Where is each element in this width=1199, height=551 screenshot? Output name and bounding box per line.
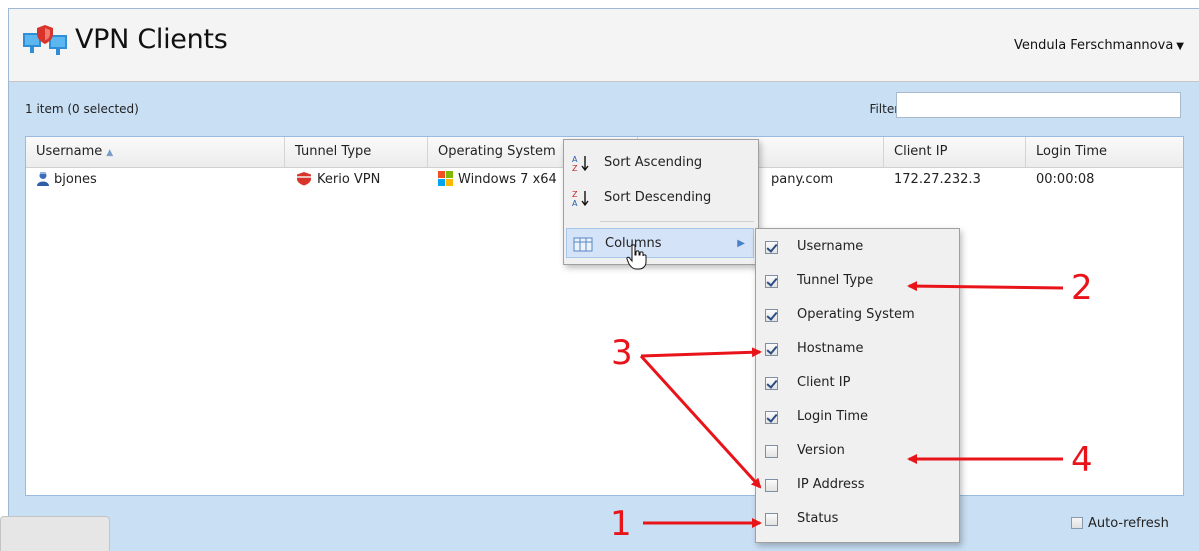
page-header: VPN Clients Vendula Ferschmannova ▼ (9, 9, 1199, 82)
column-toggle-item[interactable]: Login Time (756, 400, 959, 434)
svg-text:A: A (572, 155, 578, 164)
cell-username: bjones (26, 168, 285, 192)
menu-separator (600, 221, 754, 222)
cell-tunnel-type: Kerio VPN (285, 168, 428, 192)
sort-ascending-icon: ▲ (106, 148, 114, 158)
menu-item-label: Sort Descending (604, 190, 712, 205)
auto-refresh-checkbox[interactable]: Auto-refresh (1071, 516, 1169, 531)
hand-cursor-icon (626, 244, 647, 270)
item-count: 1 item (0 selected) (25, 102, 139, 116)
column-toggle-label: IP Address (797, 477, 865, 492)
user-name: Vendula Ferschmannova (1013, 38, 1174, 53)
column-toggle-item[interactable]: Username (756, 230, 959, 264)
annotation-label-1: 1 (610, 504, 632, 544)
columns-submenu: Username Tunnel Type Operating System Hostn… (755, 228, 960, 543)
column-toggle-label: Operating System (797, 307, 915, 322)
menu-item-sort-descending[interactable]: ZA Sort Descending (566, 183, 754, 213)
checkbox-unchecked-icon[interactable] (765, 445, 778, 458)
column-toggle-label: Tunnel Type (797, 273, 874, 288)
column-header-client-ip[interactable]: Client IP (884, 137, 1026, 167)
checkbox-checked-icon[interactable] (765, 343, 778, 356)
client-ip-text: 172.27.232.3 (894, 172, 981, 187)
app-frame: VPN Clients Vendula Ferschmannova ▼ 1 ite… (8, 8, 1199, 551)
user-icon (37, 172, 49, 186)
cell-hostname: pany.com (771, 168, 884, 192)
windows-icon (438, 171, 453, 186)
auto-refresh-label: Auto-refresh (1088, 516, 1169, 531)
submenu-arrow-icon: ▶ (737, 238, 745, 249)
column-toggle-label: Username (797, 239, 864, 254)
column-header-label: Login Time (1036, 144, 1108, 159)
checkbox-checked-icon[interactable] (765, 377, 778, 390)
column-context-menu: AZ Sort Ascending ZA Sort Descending Col… (563, 139, 759, 270)
svg-text:Z: Z (572, 164, 578, 172)
cell-operating-system: Windows 7 x64 (428, 168, 570, 192)
checkbox-unchecked-icon[interactable] (765, 513, 778, 526)
column-toggle-label: Hostname (797, 341, 864, 356)
column-header-label: Client IP (894, 144, 948, 159)
kerio-vpn-icon (297, 172, 311, 186)
column-toggle-label: Login Time (797, 409, 869, 424)
column-header-tunnel-type[interactable]: Tunnel Type (285, 137, 428, 167)
column-toggle-label: Version (797, 443, 845, 458)
checkbox-checked-icon[interactable] (765, 411, 778, 424)
menu-item-columns[interactable]: Columns ▶ (566, 228, 754, 258)
toolbar: 1 item (0 selected) Filter: (9, 82, 1199, 132)
os-text: Windows 7 x64 (458, 172, 557, 187)
page-title: VPN Clients (75, 24, 228, 55)
chevron-down-icon: ▼ (1176, 41, 1184, 52)
annotation-label-2: 2 (1071, 268, 1093, 308)
column-header-login-time[interactable]: Login Time (1026, 137, 1183, 167)
column-toggle-item[interactable]: Version (756, 434, 959, 468)
column-header-label: Tunnel Type (295, 144, 372, 159)
login-time-text: 00:00:08 (1036, 172, 1095, 187)
svg-text:Z: Z (572, 190, 578, 199)
checkbox-checked-icon[interactable] (765, 309, 778, 322)
sort-descending-icon: ZA (572, 190, 589, 207)
column-header-username[interactable]: Username ▲ (26, 137, 285, 167)
column-header-label: Username (36, 144, 103, 159)
annotation-label-3: 3 (611, 333, 633, 373)
column-toggle-item[interactable]: Hostname (756, 332, 959, 366)
column-header-label: Operating System (438, 144, 556, 159)
column-toggle-label: Status (797, 511, 839, 526)
columns-icon (573, 237, 593, 252)
vpn-clients-icon (23, 25, 67, 55)
menu-item-label: Sort Ascending (604, 155, 703, 170)
column-toggle-item[interactable]: IP Address (756, 468, 959, 502)
column-toggle-item[interactable]: Operating System (756, 298, 959, 332)
column-toggle-label: Client IP (797, 375, 851, 390)
svg-text:A: A (572, 199, 578, 207)
user-menu[interactable]: Vendula Ferschmannova ▼ (1014, 38, 1184, 53)
cell-login-time: 00:00:08 (1026, 168, 1183, 192)
checkbox-checked-icon[interactable] (765, 275, 778, 288)
cell-client-ip: 172.27.232.3 (884, 168, 1026, 192)
annotation-label-4: 4 (1071, 440, 1093, 480)
sort-ascending-icon: AZ (572, 155, 589, 172)
checkbox-checked-icon[interactable] (765, 241, 778, 254)
bottom-tab[interactable] (0, 516, 110, 551)
username-text: bjones (54, 172, 97, 187)
hostname-text: pany.com (771, 172, 834, 187)
checkbox-icon (1071, 517, 1083, 529)
menu-item-sort-ascending[interactable]: AZ Sort Ascending (566, 148, 754, 178)
column-toggle-item[interactable]: Tunnel Type (756, 264, 959, 298)
checkbox-unchecked-icon[interactable] (765, 479, 778, 492)
column-toggle-item[interactable]: Status (756, 502, 959, 536)
filter-input[interactable] (896, 92, 1181, 118)
column-toggle-item[interactable]: Client IP (756, 366, 959, 400)
tunnel-type-text: Kerio VPN (317, 172, 381, 187)
